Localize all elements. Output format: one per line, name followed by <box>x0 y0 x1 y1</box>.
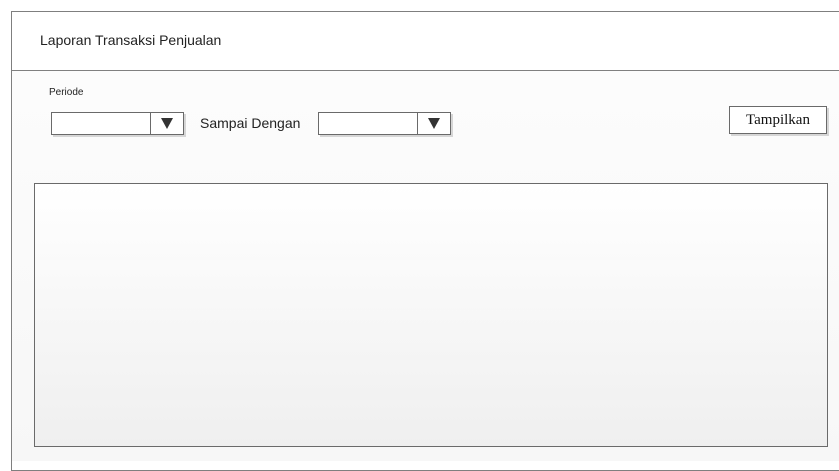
sampai-dengan-label: Sampai Dengan <box>200 115 301 131</box>
filter-panel: Periode Sampai Dengan Tampilkan <box>12 71 839 461</box>
periode-from-value <box>52 113 151 134</box>
chevron-down-icon[interactable] <box>418 113 450 134</box>
title-bar: Laporan Transaksi Penjualan <box>12 12 839 71</box>
periode-to-dropdown[interactable] <box>318 112 451 135</box>
tampilkan-button[interactable]: Tampilkan <box>729 106 827 134</box>
periode-to-value <box>319 113 418 134</box>
chevron-down-icon[interactable] <box>151 113 183 134</box>
report-display-area <box>34 183 828 447</box>
report-window: Laporan Transaksi Penjualan Periode Samp… <box>11 11 839 471</box>
periode-label: Periode <box>49 87 84 98</box>
window-title: Laporan Transaksi Penjualan <box>40 32 222 48</box>
periode-from-dropdown[interactable] <box>51 112 184 135</box>
